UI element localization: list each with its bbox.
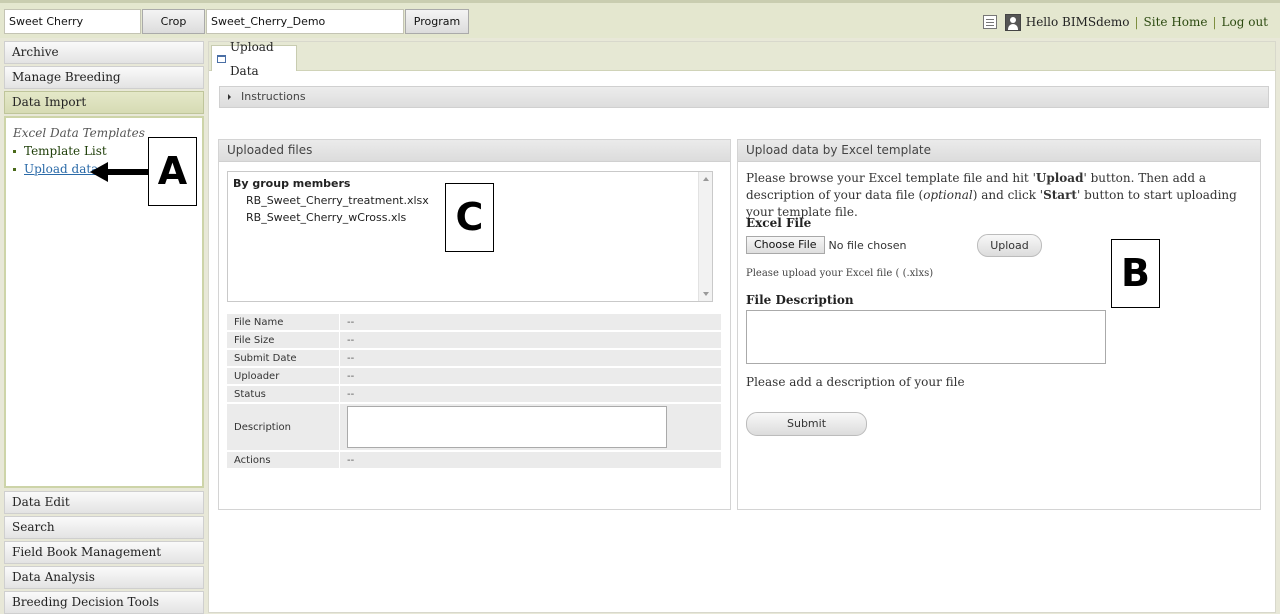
intro-start: Start: [1043, 188, 1077, 202]
intro-text: Please browse your Excel template file a…: [746, 171, 1036, 185]
uploader-label: Uploader: [227, 368, 339, 384]
callout-a: A: [148, 137, 197, 206]
main-content: Upload Data Instructions Uploaded files …: [208, 40, 1276, 613]
description-textarea[interactable]: [347, 406, 667, 448]
separator: |: [1134, 15, 1139, 29]
sidebar-item-search[interactable]: Search: [4, 516, 204, 539]
program-field[interactable]: Sweet_Cherry_Demo: [206, 9, 404, 34]
submit-date-label: Submit Date: [227, 350, 339, 366]
table-row: Submit Date --: [227, 350, 721, 366]
callout-c: C: [445, 183, 494, 252]
site-home-link[interactable]: Site Home: [1144, 15, 1208, 29]
template-list-label[interactable]: Template List: [24, 144, 107, 158]
intro-text: ) and click ': [972, 188, 1044, 202]
scroll-up-icon[interactable]: [703, 177, 709, 181]
status-label: Status: [227, 386, 339, 402]
description-label: Description: [227, 404, 339, 450]
file-info-table: File Name -- File Size -- Submit Date -- Up…: [227, 312, 721, 470]
actions-label: Actions: [227, 452, 339, 468]
arrow-left-icon: [90, 162, 150, 182]
description-cell: [339, 404, 721, 450]
submit-button[interactable]: Submit: [746, 412, 867, 436]
list-icon[interactable]: [982, 15, 997, 29]
bullet-icon: [13, 149, 16, 153]
upload-button[interactable]: Upload: [977, 234, 1042, 257]
user-area: Hello BIMSdemo | Site Home | Log out: [982, 11, 1268, 33]
status-value: --: [339, 386, 721, 402]
description-hint: Please add a description of your file: [746, 375, 965, 389]
sidebar-item-archive[interactable]: Archive: [4, 41, 204, 64]
intro-upload: Upload: [1035, 171, 1084, 185]
instructions-toggle[interactable]: Instructions: [219, 86, 1269, 108]
file-size-label: File Size: [227, 332, 339, 348]
uploader-value: --: [339, 368, 721, 384]
upload-template-header: Upload data by Excel template: [738, 140, 1260, 162]
program-button[interactable]: Program: [405, 9, 469, 34]
upload-template-box: Upload data by Excel template Please bro…: [737, 139, 1261, 510]
file-size-value: --: [339, 332, 721, 348]
table-row: File Size --: [227, 332, 721, 348]
sidebar: Archive Manage Breeding Data Import Exce…: [4, 41, 204, 614]
sidebar-item-manage-breeding[interactable]: Manage Breeding: [4, 66, 204, 89]
actions-value: --: [339, 452, 721, 468]
scroll-down-icon[interactable]: [703, 292, 709, 296]
sidebar-item-data-analysis[interactable]: Data Analysis: [4, 566, 204, 589]
table-row: Uploader --: [227, 368, 721, 384]
file-chooser: Choose File No file chosen: [746, 236, 906, 254]
window-icon: [217, 54, 226, 63]
log-out-link[interactable]: Log out: [1222, 15, 1268, 29]
sidebar-item-data-import[interactable]: Data Import: [4, 91, 204, 114]
bullet-icon: [13, 167, 16, 171]
table-row: File Name --: [227, 314, 721, 330]
intro-optional: optional: [923, 188, 973, 202]
tab-bar: Upload Data: [209, 40, 1275, 78]
file-name-label: File Name: [227, 314, 339, 330]
tab-upload-data[interactable]: Upload Data: [211, 40, 297, 78]
crop-button[interactable]: Crop: [142, 9, 205, 34]
excel-file-label: Excel File: [746, 216, 812, 230]
table-row: Actions --: [227, 452, 721, 468]
upload-hint: Please upload your Excel file ( (.xlxs): [746, 268, 934, 279]
uploaded-files-header: Uploaded files: [219, 140, 730, 162]
sidebar-item-data-edit[interactable]: Data Edit: [4, 491, 204, 514]
sidebar-item-field-book[interactable]: Field Book Management: [4, 541, 204, 564]
top-bar: Sweet Cherry Crop Sweet_Cherry_Demo Prog…: [0, 0, 1280, 38]
crop-field[interactable]: Sweet Cherry: [4, 9, 141, 34]
separator: |: [1212, 15, 1217, 29]
table-row: Description: [227, 404, 721, 450]
choose-file-button[interactable]: Choose File: [746, 236, 825, 254]
callout-b: B: [1111, 239, 1160, 308]
scrollbar[interactable]: [698, 172, 712, 301]
file-description-textarea[interactable]: [746, 310, 1106, 364]
no-file-text: No file chosen: [828, 238, 907, 252]
table-row: Status --: [227, 386, 721, 402]
instructions-label: Instructions: [241, 90, 306, 103]
tab-label: Upload Data: [229, 39, 274, 78]
upload-intro: Please browse your Excel template file a…: [738, 162, 1260, 229]
file-name-value: --: [339, 314, 721, 330]
file-description-label: File Description: [746, 293, 854, 307]
submit-date-value: --: [339, 350, 721, 366]
user-icon[interactable]: [1004, 13, 1021, 31]
sidebar-item-breeding-decision[interactable]: Breeding Decision Tools: [4, 591, 204, 614]
upload-data-label[interactable]: Upload data: [24, 162, 98, 176]
greeting: Hello BIMSdemo: [1025, 15, 1130, 29]
triangle-right-icon: [228, 94, 231, 100]
